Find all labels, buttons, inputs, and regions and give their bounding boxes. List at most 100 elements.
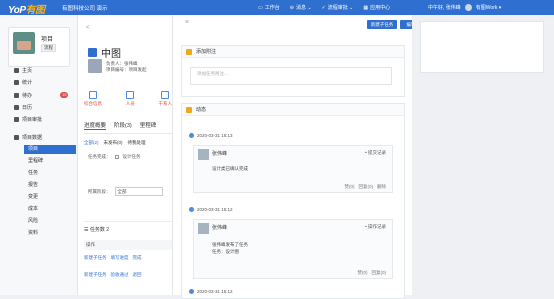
activity-card: 张伟峰 • 提交记录 设计类已确认完成 赞(0) 回复(0) 删除 <box>193 145 393 193</box>
link-return[interactable]: 退回 <box>133 272 142 278</box>
quick-members[interactable]: 人员 <box>126 91 135 107</box>
note-icon <box>186 49 192 55</box>
link-accept[interactable]: 验收通过 <box>111 272 129 278</box>
sidebar-item-calendar[interactable]: 日历 <box>14 103 70 111</box>
project-card[interactable]: 项目 流程 <box>8 27 70 67</box>
sidebar-sub-task[interactable]: 任务 <box>24 169 76 178</box>
users-icon <box>161 91 170 99</box>
tab-milestone[interactable]: 里程碑 <box>140 121 157 130</box>
check-icon: ✓ <box>321 4 326 11</box>
activity-text: 任务：设计图 <box>212 249 239 254</box>
activity-user: 张伟峰 <box>212 151 228 157</box>
stats-icon <box>14 79 19 85</box>
new-subtask-button[interactable]: 新建子任务 <box>367 20 397 29</box>
sidebar-sub-docs[interactable]: 资料 <box>24 229 76 238</box>
app-logo[interactable]: YoP有图 <box>8 1 45 16</box>
task-filter-row: 任务完成： 设计任务 <box>88 154 141 160</box>
link-complete[interactable]: 完成 <box>133 255 142 261</box>
ops-header: 操作 <box>84 240 172 250</box>
message-icon: ⊖ <box>289 4 294 11</box>
nav-workbench[interactable]: ▭ 工作台 <box>258 4 280 12</box>
home-icon <box>14 67 19 73</box>
sidebar: 项目 流程 主页 统计 待办 19 日历 项目审批 项目数据 项目 里程碑 任务… <box>0 15 78 295</box>
activity-date: 2020-03-31 15:12 <box>189 289 233 294</box>
sidebar-item-project-data[interactable]: 项目数据 <box>14 133 70 141</box>
tab-progress[interactable]: 进度概要 <box>84 121 107 130</box>
activity-icon <box>186 107 192 113</box>
link-new-subtask[interactable]: 新建子任务 <box>84 272 107 278</box>
main-tabs: 进度概要 阶段(3) 里程碑 <box>84 121 172 134</box>
monitor-icon: ▭ <box>258 4 263 11</box>
project-main: < 中图 负责人：张伟峰 项目编号：项目发起 综合信息 人员 干系人 进度概要 … <box>78 15 172 295</box>
company-name[interactable]: 有图科技公司 演示 <box>62 4 108 12</box>
owner-info: 负责人：张伟峰 项目编号：项目发起 <box>88 59 168 81</box>
project-name: 项目 <box>41 37 54 43</box>
project-icon <box>88 48 97 57</box>
filter-mine[interactable]: 待我处理 <box>128 140 146 146</box>
timeline-dot <box>189 207 194 212</box>
like-button[interactable]: 赞(0) <box>358 270 368 276</box>
activity-user: 张伟峰 <box>212 225 228 231</box>
link-fill-progress[interactable]: 填写进度 <box>111 255 129 261</box>
reply-button[interactable]: 回复(0) <box>359 184 374 190</box>
design-checkbox[interactable] <box>114 155 119 159</box>
owner-image <box>88 59 102 73</box>
page-title: 中图 <box>88 45 121 60</box>
nav-approval[interactable]: ✓ 流程审批 ⌄ <box>321 4 354 12</box>
filter-all[interactable]: 全部(2) <box>84 140 99 146</box>
task-count: ☰ 任务数 2 <box>84 221 172 233</box>
tab-stage[interactable]: 阶段(3) <box>114 121 132 130</box>
task-actions-row: 新建子任务 填写进度 完成 <box>84 255 142 261</box>
quick-stakeholders[interactable]: 干系人 <box>159 91 172 107</box>
filter-unpublished[interactable]: 未发布(0) <box>104 140 123 146</box>
nav-messages[interactable]: ⊖ 消息 ⌄ <box>289 4 312 12</box>
remark-section: 添加附注 添加任务附注... <box>181 45 405 97</box>
activity-card: 张伟峰 • 操作记录 张伟峰发布了任务 任务：设计图 赞(0) 回复(0) <box>193 219 393 279</box>
nav-app-center[interactable]: ▦ 应用中心 <box>363 4 390 12</box>
remark-input[interactable]: 添加任务附注... <box>190 67 392 85</box>
like-button[interactable]: 赞(0) <box>345 184 355 190</box>
avatar[interactable] <box>464 4 472 11</box>
workspace-switch[interactable]: 有图Work ▾ <box>476 4 501 11</box>
activity-actions: 赞(0) 回复(0) <box>358 270 387 276</box>
activity-actions: 赞(0) 回复(0) 删除 <box>345 184 387 190</box>
sidebar-sub-change[interactable]: 变更 <box>24 193 76 202</box>
todo-icon <box>14 92 19 98</box>
activity-header: 动态 <box>182 104 404 116</box>
user-avatar <box>198 223 209 234</box>
quick-overview[interactable]: 综合信息 <box>84 91 102 107</box>
stage-label: 所属阶段： <box>88 188 111 194</box>
sidebar-sub-milestone[interactable]: 里程碑 <box>24 157 76 166</box>
user-icon <box>126 91 135 99</box>
activity-text: 设计类已确认完成 <box>212 166 248 171</box>
close-icon[interactable]: × <box>185 19 189 26</box>
quick-links: 综合信息 人员 干系人 <box>84 91 172 107</box>
activity-text: 张伟峰发布了任务 <box>212 242 248 247</box>
activity-kind: • 操作记录 <box>365 224 386 229</box>
stage-select[interactable]: 全部 <box>114 187 163 196</box>
sidebar-sub-report[interactable]: 报告 <box>24 181 76 190</box>
task-actions-row: 新建子任务 验收通过 退回 <box>84 272 142 278</box>
task-detail-panel: × 新建子任务 编辑 暂停 完成 删除 添加附注 添加任务附注... 动态 20… <box>172 15 497 299</box>
sidebar-sub-project[interactable]: 项目 <box>24 145 76 154</box>
project-code-line: 项目编号：项目发起 <box>106 67 147 72</box>
checkbox-label: 设计任务 <box>122 154 141 159</box>
sidebar-sub-cost[interactable]: 成本 <box>24 205 76 214</box>
sidebar-item-home[interactable]: 主页 <box>14 66 70 74</box>
activity-kind: • 提交记录 <box>365 150 386 155</box>
activity-date: 2020-03-31 15:13 <box>189 133 233 138</box>
back-button[interactable]: < <box>86 25 90 31</box>
calendar-icon <box>14 104 19 110</box>
project-tag: 流程 <box>41 44 56 52</box>
timeline-dot <box>189 289 194 294</box>
right-panel-box <box>420 21 544 73</box>
reply-button[interactable]: 回复(0) <box>372 270 387 276</box>
top-nav: ▭ 工作台 ⊖ 消息 ⌄ ✓ 流程审批 ⌄ ▦ 应用中心 <box>258 4 390 12</box>
link-new-subtask[interactable]: 新建子任务 <box>84 255 107 261</box>
delete-link[interactable]: 删除 <box>377 184 386 190</box>
sidebar-item-stats[interactable]: 统计 <box>14 78 70 86</box>
row-label: 任务完成： <box>88 154 111 159</box>
sidebar-item-approval[interactable]: 项目审批 <box>14 115 70 123</box>
project-thumbnail <box>13 32 35 54</box>
sidebar-sub-risk[interactable]: 风险 <box>24 217 76 226</box>
